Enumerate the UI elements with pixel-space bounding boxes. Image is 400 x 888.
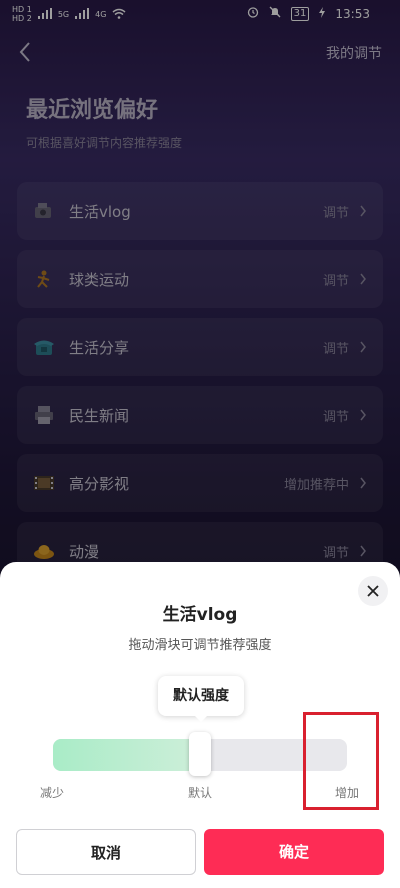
highlight-box [303,712,379,810]
confirm-button[interactable]: 确定 [204,829,384,875]
sheet-title: 生活vlog [162,605,238,625]
strength-slider-fill [53,739,200,771]
cancel-button[interactable]: 取消 [16,829,196,875]
slider-label-default: 默认 [188,786,213,800]
strength-tooltip: 默认强度 [158,676,244,722]
strength-slider-thumb[interactable] [189,732,211,776]
slider-label-min: 减少 [40,786,65,800]
adjust-bottom-sheet: 生活vlog 拖动滑块可调节推荐强度 默认强度 减少 默认 增加 取消 确定 [0,562,400,888]
sheet-subtitle: 拖动滑块可调节推荐强度 [128,638,272,653]
